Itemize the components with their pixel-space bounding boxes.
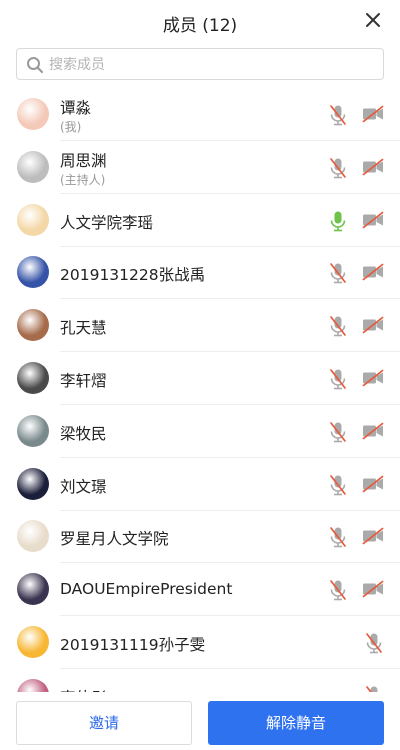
member-row[interactable]: 2019131119孙子雯 (0, 616, 400, 669)
member-name: 刘文璟 (60, 477, 107, 496)
mic-muted-icon[interactable] (328, 104, 348, 126)
mic-muted-icon[interactable] (328, 368, 348, 390)
mic-muted-icon[interactable] (328, 526, 348, 548)
search-box[interactable] (16, 48, 384, 80)
member-role-tag: (主持人) (60, 172, 106, 187)
member-row[interactable]: 刘文璟 (0, 458, 400, 511)
avatar (17, 467, 49, 500)
member-name: DAOUEmpirePresident (60, 580, 233, 599)
invite-button[interactable]: 邀请 (16, 701, 192, 745)
camera-off-icon[interactable] (362, 475, 384, 493)
member-name: 人文学院李瑶 (60, 213, 154, 232)
camera-off-icon[interactable] (362, 316, 384, 334)
avatar (17, 256, 49, 289)
camera-off-icon[interactable] (362, 527, 384, 545)
member-name: 周思渊 (60, 151, 107, 170)
member-name: 孔天慧 (60, 319, 107, 338)
member-name: 2019131228张战禹 (60, 266, 206, 285)
member-name: 李轩熠 (60, 372, 107, 390)
member-name: 罗星月人文学院 (60, 530, 169, 549)
member-role-tag: (我) (60, 120, 82, 134)
mic-muted-icon[interactable] (328, 315, 348, 337)
member-row[interactable]: 人文学院李瑶 (0, 194, 400, 247)
camera-off-icon[interactable] (362, 369, 384, 387)
member-row[interactable]: 2019131228张战禹 (0, 246, 400, 300)
close-icon[interactable] (364, 11, 382, 29)
camera-off-icon[interactable] (362, 422, 384, 440)
mic-on-icon[interactable] (328, 210, 348, 232)
camera-off-icon[interactable] (362, 580, 384, 598)
avatar (17, 678, 49, 692)
camera-off-icon[interactable] (362, 211, 384, 229)
unmute-button[interactable]: 解除静音 (208, 701, 384, 745)
mic-muted-icon[interactable] (364, 632, 384, 654)
mic-muted-icon[interactable] (328, 421, 348, 443)
member-name: 2019131119孙子雯 (60, 636, 206, 654)
camera-off-icon[interactable] (362, 158, 384, 176)
footer: 邀请 解除静音 (0, 692, 400, 750)
member-name: 梁牧民 (60, 424, 107, 443)
search-input[interactable] (49, 53, 369, 77)
member-name: 谭淼 (60, 99, 92, 117)
mic-muted-icon[interactable] (328, 262, 348, 284)
mic-muted-icon[interactable] (328, 157, 348, 179)
member-row[interactable]: 李轩熠 (0, 352, 400, 405)
member-row[interactable]: 周思渊 (主持人) (0, 141, 400, 194)
member-row[interactable]: 罗星月人文学院 (0, 510, 400, 564)
camera-off-icon[interactable] (362, 105, 384, 123)
header: 成员 (12) (0, 0, 400, 44)
avatar (17, 203, 49, 236)
avatar (17, 520, 49, 553)
avatar (17, 98, 49, 130)
avatar (17, 414, 49, 447)
mic-muted-icon[interactable] (364, 685, 384, 692)
avatar (17, 362, 49, 394)
mic-muted-icon[interactable] (328, 579, 348, 601)
member-row[interactable]: DAOUEmpirePresident (0, 563, 400, 617)
member-row[interactable]: 孔天慧 (0, 299, 400, 353)
search-icon (27, 57, 44, 74)
mic-muted-icon[interactable] (328, 474, 348, 496)
avatar (17, 309, 49, 342)
avatar (17, 150, 49, 183)
member-row[interactable]: 谭淼 (我) (0, 88, 400, 141)
member-list[interactable]: 谭淼 (我) 周思渊 (主持人) 人文学院李瑶 2019131228张战禹 孔天慧李轩熠梁牧… (0, 88, 400, 692)
avatar (17, 626, 49, 658)
avatar (17, 573, 49, 606)
camera-off-icon[interactable] (362, 263, 384, 281)
member-row[interactable]: 梁牧民 (0, 405, 400, 458)
page-title: 成员 (12) (162, 16, 238, 36)
member-row[interactable]: 李佳彤 (0, 669, 400, 692)
